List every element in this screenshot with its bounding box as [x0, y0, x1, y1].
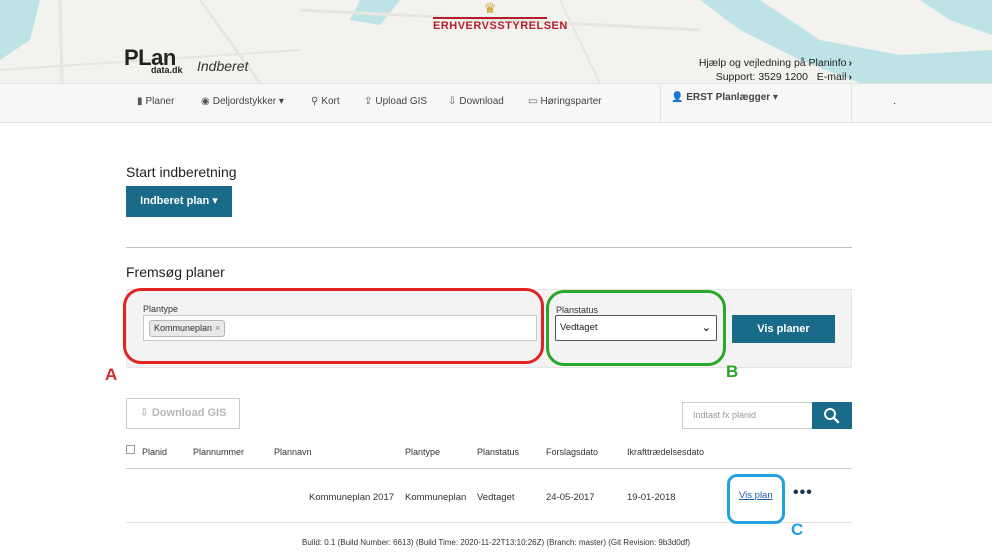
agency-name: ERHVERVSSTYRELSEN: [433, 20, 568, 32]
start-heading: Start indberetning: [126, 164, 237, 180]
user-menu[interactable]: 👤 ERST Planlægger ▾: [660, 84, 852, 122]
download-icon: ⇩: [139, 407, 149, 419]
nav-item-upload-gis[interactable]: ⇪ Upload GIS: [364, 96, 427, 107]
contacts-icon: ▭: [528, 96, 538, 107]
col-forslagsdato[interactable]: Forslagsdato: [546, 447, 598, 457]
annotation-b-label: B: [726, 362, 739, 381]
cell-planstatus: Vedtaget: [477, 492, 515, 503]
help-block: Hjælp og vejledning på Planinfo › Support…: [699, 56, 852, 83]
search-button[interactable]: [812, 402, 852, 429]
planid-search-input[interactable]: Indtast fx planid: [682, 402, 813, 429]
caret-down-icon: ▾: [772, 92, 778, 103]
nav-dot: ·: [893, 98, 897, 109]
email-link[interactable]: E-mail ›: [817, 71, 852, 83]
chevron-right-icon: ›: [848, 57, 853, 69]
vis-planer-button[interactable]: Vis planer: [732, 315, 835, 343]
cell-forslagsdato: 24-05-2017: [546, 492, 595, 503]
help-link[interactable]: Hjælp og vejledning på Planinfo ›: [699, 56, 852, 70]
app-name: Indberet: [197, 58, 249, 74]
divider: [126, 247, 852, 248]
annotation-b-outline: [546, 290, 726, 366]
agency-line: [433, 17, 547, 19]
upload-icon: ⇪: [364, 96, 373, 107]
globe-icon: ◉: [201, 96, 210, 107]
nav-item-download[interactable]: ⇩ Download: [448, 96, 504, 107]
nav-item-deljordstykker[interactable]: ◉ Deljordstykker ▾: [201, 96, 284, 107]
download-gis-button[interactable]: ⇩ Download GIS: [126, 398, 240, 429]
annotation-c-outline: [727, 474, 785, 524]
chevron-right-icon: ›: [848, 71, 853, 83]
search-heading: Fremsøg planer: [126, 264, 225, 280]
nav-item-horingsparter[interactable]: ▭ Høringsparter: [528, 96, 602, 107]
user-name: ERST Planlægger: [686, 92, 771, 103]
table-header-divider: [126, 468, 852, 469]
build-info: Build: 0.1 (Build Number: 6613) (Build T…: [301, 538, 691, 547]
caret-down-icon: ▾: [212, 195, 218, 207]
col-planid[interactable]: Planid: [142, 447, 167, 457]
annotation-a-outline: [123, 288, 544, 364]
plandata-logo-sub: data.dk: [151, 65, 183, 75]
header-banner: PLan data.dk Indberet ♛ ERHVERVSSTYRELSE…: [0, 0, 992, 83]
caret-down-icon: ▾: [278, 96, 284, 107]
col-plannummer[interactable]: Plannummer: [193, 447, 244, 457]
cell-ikraft: 19-01-2018: [627, 492, 676, 503]
annotation-c-label: C: [791, 520, 804, 539]
user-icon: 👤: [671, 92, 684, 103]
more-actions-icon[interactable]: •••: [793, 484, 813, 502]
support-phone: Support: 3529 1200: [715, 71, 808, 83]
agency-logo: ♛ ERHVERVSSTYRELSEN: [433, 0, 568, 40]
nav-item-planer[interactable]: ▮ Planer: [137, 96, 174, 107]
main-navbar: ▮ Planer ◉ Deljordstykker ▾ ⚲ Kort ⇪ Upload …: [0, 83, 992, 123]
cell-plannavn: Kommuneplan 2017: [309, 492, 395, 503]
search-icon: [824, 408, 840, 424]
map-marker-icon: ⚲: [311, 96, 319, 107]
indberet-plan-button[interactable]: Indberet plan ▾: [126, 186, 232, 217]
col-ikrafttraedelsesdato[interactable]: Ikrafttrædelsesdato: [627, 447, 704, 457]
annotation-a-label: A: [105, 365, 118, 384]
select-all-checkbox[interactable]: [126, 445, 135, 454]
crown-icon: ♛: [483, 0, 497, 16]
file-icon: ▮: [137, 96, 143, 107]
download-icon: ⇩: [448, 96, 457, 107]
cell-plantype: Kommuneplan: [405, 492, 467, 503]
col-plannavn[interactable]: Plannavn: [274, 447, 312, 457]
col-plantype[interactable]: Plantype: [405, 447, 440, 457]
nav-item-kort[interactable]: ⚲ Kort: [311, 96, 340, 107]
col-planstatus[interactable]: Planstatus: [477, 447, 519, 457]
